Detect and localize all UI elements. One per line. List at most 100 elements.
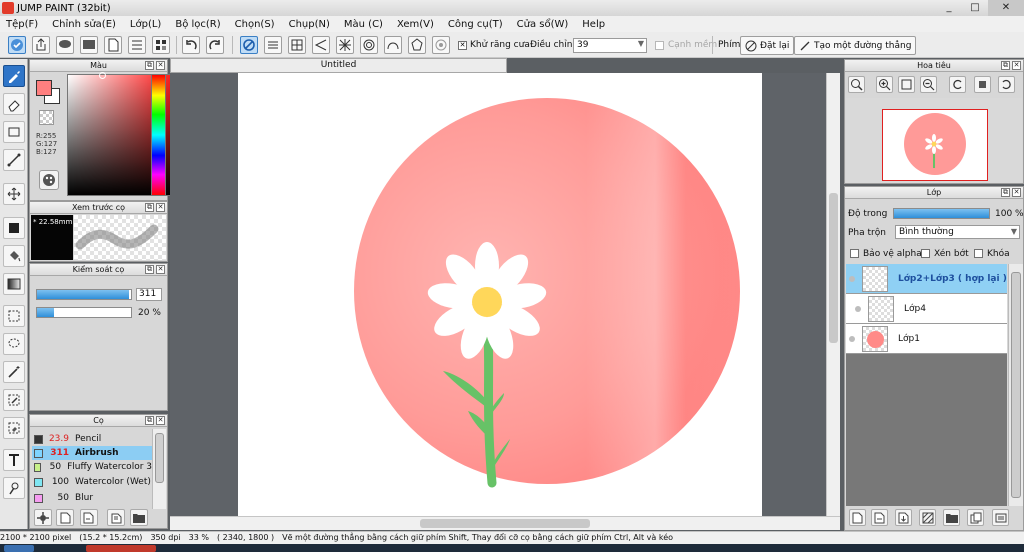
close-icon[interactable]: ✕: [156, 61, 165, 70]
navigator-viewport-frame[interactable]: [882, 109, 988, 181]
protect-alpha-checkbox[interactable]: [850, 249, 859, 258]
layer-visibility-icon[interactable]: [846, 275, 858, 282]
brush-item[interactable]: 50 Blur: [32, 491, 152, 505]
scroll-thumb[interactable]: [829, 193, 838, 343]
color-picker-handle[interactable]: [99, 72, 106, 79]
layer-item[interactable]: Lớp2+Lớp3 ( hợp lại ): [846, 264, 1007, 294]
layer-visibility-icon[interactable]: [846, 335, 858, 342]
drawing-canvas[interactable]: [238, 73, 762, 516]
copy-brush-icon[interactable]: [107, 509, 125, 526]
new-layer-menu-icon[interactable]: [871, 509, 888, 526]
menu-help[interactable]: Help: [582, 19, 605, 30]
palette-icon[interactable]: [39, 170, 59, 190]
brush-opacity-slider[interactable]: [36, 307, 132, 318]
reset-button[interactable]: Đặt lại: [740, 36, 795, 55]
lock-checkbox[interactable]: [974, 249, 983, 258]
symmetry-icon[interactable]: [432, 36, 450, 54]
new-brush-icon[interactable]: [56, 509, 74, 526]
line-tool-icon[interactable]: [3, 149, 25, 171]
menu-edit[interactable]: Chỉnh sửa(E): [52, 19, 116, 30]
scroll-thumb[interactable]: [1011, 272, 1021, 498]
stabilizer-select[interactable]: 39 ▼: [573, 38, 647, 53]
rotate-right-icon[interactable]: [998, 76, 1015, 93]
blend-mode-select[interactable]: Bình thường ▼: [895, 225, 1020, 239]
float-icon[interactable]: ⧉: [145, 61, 154, 70]
text-tool-icon[interactable]: [3, 449, 25, 471]
brush-settings-icon[interactable]: [34, 509, 52, 526]
comment-icon[interactable]: [56, 36, 74, 54]
float-icon[interactable]: ⧉: [1001, 61, 1010, 70]
merge-layer-icon[interactable]: [895, 509, 912, 526]
close-icon[interactable]: ✕: [156, 203, 165, 212]
clipping-checkbox[interactable]: [921, 249, 930, 258]
scroll-thumb[interactable]: [155, 433, 164, 483]
menu-view[interactable]: Xem(V): [397, 19, 434, 30]
layer-settings-icon[interactable]: [992, 509, 1009, 526]
parallel-lines-icon[interactable]: [264, 36, 282, 54]
menu-capture[interactable]: Chụp(N): [289, 19, 330, 30]
canvas-vertical-scrollbar[interactable]: [826, 73, 840, 516]
close-icon[interactable]: ✕: [1012, 188, 1021, 197]
concentric-icon[interactable]: [360, 36, 378, 54]
select-eraser-tool-icon[interactable]: [3, 417, 25, 439]
brush-menu-icon[interactable]: [80, 509, 98, 526]
gradient-tool-icon[interactable]: [3, 273, 25, 295]
float-icon[interactable]: ⧉: [1001, 188, 1010, 197]
fill-rect-tool-icon[interactable]: [3, 217, 25, 239]
rotate-left-icon[interactable]: [949, 76, 966, 93]
operation-tool-icon[interactable]: [3, 477, 25, 499]
rect-select-tool-icon[interactable]: [3, 305, 25, 327]
menu-file[interactable]: Tệp(F): [6, 19, 38, 30]
minimize-button[interactable]: _: [936, 0, 962, 16]
canvas-horizontal-scrollbar[interactable]: [170, 516, 840, 530]
taskbar-item[interactable]: [86, 545, 156, 552]
radial-lines-icon[interactable]: [336, 36, 354, 54]
menu-layer[interactable]: Lớp(L): [130, 19, 161, 30]
smooth-edge-checkbox[interactable]: [655, 41, 664, 50]
float-icon[interactable]: ⧉: [145, 265, 154, 274]
list-icon[interactable]: [128, 36, 146, 54]
grid-ruler-icon[interactable]: [288, 36, 306, 54]
menu-tools[interactable]: Công cụ(T): [448, 19, 503, 30]
antialias-checkbox[interactable]: ✕: [458, 41, 467, 50]
layer-folder-icon[interactable]: [943, 509, 960, 526]
zoom-in-icon[interactable]: [876, 76, 893, 93]
new-layer-icon[interactable]: [849, 509, 866, 526]
undo-icon[interactable]: [182, 36, 200, 54]
message-icon[interactable]: [80, 36, 98, 54]
brush-list-scrollbar[interactable]: [152, 429, 166, 509]
layer-item[interactable]: Lớp1: [846, 324, 1007, 354]
scroll-thumb[interactable]: [420, 519, 590, 528]
menu-select[interactable]: Chọn(S): [235, 19, 275, 30]
close-icon[interactable]: ✕: [1012, 61, 1021, 70]
canvas-tab[interactable]: Untitled: [170, 58, 507, 73]
close-icon[interactable]: ✕: [156, 265, 165, 274]
rotate-reset-icon[interactable]: [974, 76, 991, 93]
layer-item[interactable]: Lớp4: [846, 294, 1007, 324]
brush-mode-icon[interactable]: [8, 36, 26, 54]
eraser-tool-icon[interactable]: [3, 93, 25, 115]
brush-size-slider[interactable]: [36, 289, 132, 300]
foreground-color-swatch[interactable]: [36, 80, 52, 96]
menu-color[interactable]: Màu (C): [344, 19, 383, 30]
ruler-off-icon[interactable]: [240, 36, 258, 54]
close-button[interactable]: ✕: [988, 0, 1024, 16]
grid-icon[interactable]: [152, 36, 170, 54]
folder-icon[interactable]: [130, 509, 148, 526]
hue-slider[interactable]: [151, 74, 166, 196]
brush-tool-icon[interactable]: [3, 65, 25, 87]
document-icon[interactable]: [104, 36, 122, 54]
tone-layer-icon[interactable]: [919, 509, 936, 526]
transparent-color-swatch[interactable]: [39, 110, 54, 125]
brush-size-value[interactable]: 311: [136, 288, 162, 301]
menu-filter[interactable]: Bộ lọc(R): [175, 19, 220, 30]
move-tool-icon[interactable]: [3, 183, 25, 205]
bucket-tool-icon[interactable]: [3, 245, 25, 267]
rectangle-tool-icon[interactable]: [3, 121, 25, 143]
brush-item[interactable]: 311 Airbrush: [32, 446, 152, 460]
share-icon[interactable]: [32, 36, 50, 54]
close-icon[interactable]: ✕: [156, 416, 165, 425]
brush-item[interactable]: 50 Fluffy Watercolor 3: [32, 460, 152, 474]
taskbar-item[interactable]: [4, 545, 34, 552]
brush-item[interactable]: 23.9 Pencil: [32, 432, 152, 446]
